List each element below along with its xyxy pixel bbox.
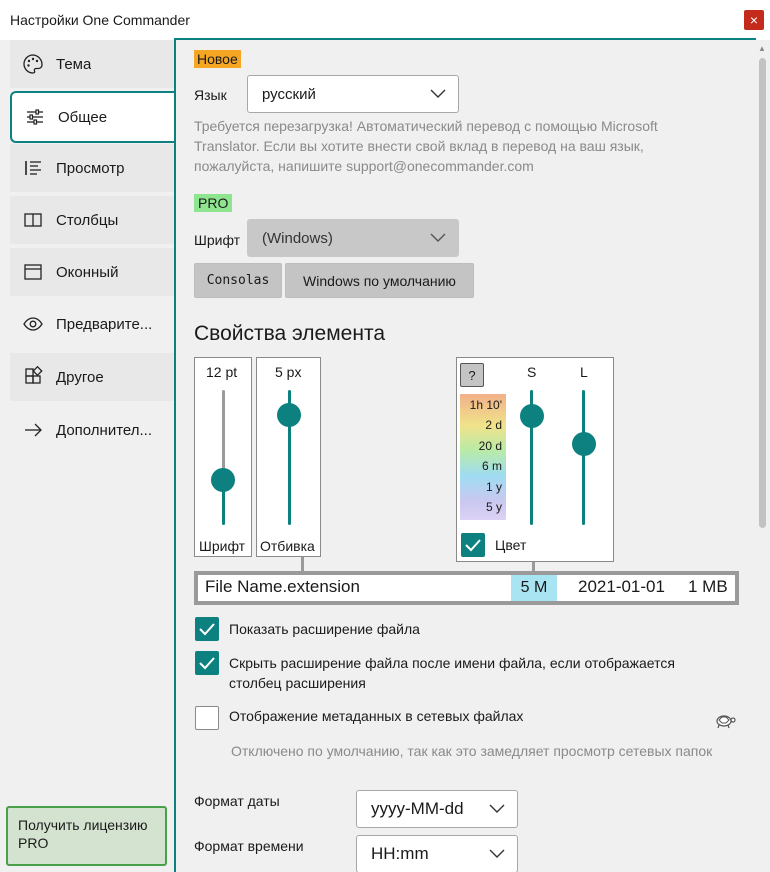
lightness-track [582, 390, 585, 525]
sidebar-item-label: Другое [56, 368, 104, 386]
get-pro-license-button[interactable]: Получить лицензию PRO [6, 806, 167, 866]
element-properties-heading: Свойства элемента [194, 322, 386, 345]
chevron-down-icon [489, 804, 505, 813]
window-title: Настройки One Commander [10, 12, 190, 28]
list-view-icon [10, 144, 56, 192]
saturation-slider[interactable] [520, 404, 544, 428]
time-format-label: Формат времени [194, 838, 304, 854]
date-format-select[interactable]: yyyy-MM-dd [356, 790, 518, 828]
sidebar-item-label: Тема [56, 55, 92, 73]
font-select[interactable]: (Windows) [247, 219, 459, 257]
color-help-button[interactable]: ? [460, 363, 484, 387]
window-icon [10, 248, 56, 296]
chevron-down-icon [489, 849, 505, 858]
show-extension-checkbox[interactable] [195, 617, 219, 641]
font-size-track [222, 390, 225, 480]
font-value: (Windows) [262, 229, 333, 247]
font-size-slider[interactable] [211, 468, 235, 492]
color-checkbox[interactable] [461, 533, 485, 557]
arrow-right-icon [10, 406, 56, 454]
date-format-value: yyyy-MM-dd [371, 799, 464, 818]
blocks-icon [10, 353, 56, 401]
padding-slider[interactable] [277, 403, 301, 427]
language-label: Язык [194, 87, 227, 103]
sidebar-item-preview[interactable]: Предварите... [10, 300, 176, 348]
age-color-scale: 1h 10' 2 d 20 d 6 m 1 y 5 y [460, 394, 506, 520]
sliders-icon [12, 93, 58, 141]
columns-icon [10, 196, 56, 244]
language-select[interactable]: русский [247, 75, 459, 113]
sidebar-item-theme[interactable]: Тема [10, 40, 176, 88]
sidebar-item-advanced[interactable]: Дополнител... [10, 406, 176, 454]
network-metadata-label: Отображение метаданных в сетевых файлах [229, 708, 524, 724]
hide-extension-label: Скрыть расширение файла после имени файл… [229, 655, 675, 691]
age-label: 1h 10' [469, 398, 502, 412]
padding-slider-caption: Отбивка [260, 538, 315, 554]
preview-age: 5 M [511, 575, 557, 601]
font-slider-caption: Шрифт [199, 538, 246, 554]
preview-filename: File Name.extension [205, 577, 360, 596]
color-checkbox-label: Цвет [495, 537, 527, 553]
time-format-value: HH:mm [371, 844, 429, 863]
show-extension-label: Показать расширение файла [229, 621, 420, 637]
font-consolas-button[interactable]: Consolas [194, 263, 282, 298]
padding-value: 5 px [275, 364, 302, 380]
age-label: 20 d [478, 439, 502, 453]
sidebar-item-label: Оконный [56, 263, 119, 281]
time-format-select[interactable]: HH:mm [356, 835, 518, 872]
lightness-label: L [580, 364, 588, 380]
font-label: Шрифт [194, 232, 241, 248]
sidebar-item-other[interactable]: Другое [10, 353, 176, 401]
language-note: Требуется перезагрузка! Автоматический п… [194, 118, 658, 174]
network-metadata-note: Отключено по умолчанию, так как это заме… [231, 743, 713, 759]
title-bar: Настройки One Commander × [0, 0, 770, 40]
turtle-icon [714, 712, 736, 735]
language-value: русский [262, 85, 316, 103]
font-default-button[interactable]: Windows по умолчанию [285, 263, 474, 298]
eye-icon [10, 300, 56, 348]
sidebar-item-view[interactable]: Просмотр [10, 144, 176, 192]
sidebar-item-label: Дополнител... [56, 421, 153, 439]
font-size-slider-box: 12 pt Шрифт [194, 357, 252, 557]
age-label: 5 y [485, 500, 502, 514]
scrollbar[interactable]: ▲ ▼ [756, 40, 770, 872]
palette-icon [10, 40, 56, 88]
scrollbar-thumb[interactable] [759, 58, 766, 528]
scroll-up-icon[interactable]: ▲ [758, 44, 766, 53]
new-badge: Новое [194, 50, 241, 68]
hide-extension-checkbox[interactable] [195, 651, 219, 675]
sidebar-item-label: Общее [58, 108, 108, 126]
check-icon [199, 623, 215, 636]
connector-line [532, 562, 535, 571]
connector-line [301, 557, 304, 571]
date-format-label: Формат даты [194, 793, 280, 809]
preview-size: 1 MB [688, 577, 728, 596]
chevron-down-icon [430, 233, 446, 242]
saturation-label: S [527, 364, 537, 380]
chevron-down-icon [430, 89, 446, 98]
sidebar-item-columns[interactable]: Столбцы [10, 196, 176, 244]
sidebar-item-window[interactable]: Оконный [10, 248, 176, 296]
sidebar-item-label: Просмотр [56, 159, 125, 177]
preview-date: 2021-01-01 [578, 577, 665, 596]
font-size-value: 12 pt [206, 364, 238, 380]
age-label: 1 y [485, 480, 502, 494]
padding-slider-box: 5 px Отбивка [256, 357, 321, 557]
sidebar-item-label: Предварите... [56, 315, 153, 333]
check-icon [465, 539, 481, 552]
check-icon [199, 657, 215, 670]
file-row-preview: File Name.extension 5 M 2021-01-01 1 MB [194, 571, 739, 605]
close-button[interactable]: × [744, 10, 764, 30]
age-label: 2 d [485, 418, 502, 432]
close-icon: × [749, 12, 759, 28]
network-metadata-checkbox[interactable] [195, 706, 219, 730]
lightness-slider[interactable] [572, 432, 596, 456]
sidebar-item-label: Столбцы [56, 211, 119, 229]
pro-badge: PRO [194, 194, 233, 212]
sidebar-item-general[interactable]: Общее [10, 91, 180, 143]
age-label: 6 m [481, 459, 502, 473]
